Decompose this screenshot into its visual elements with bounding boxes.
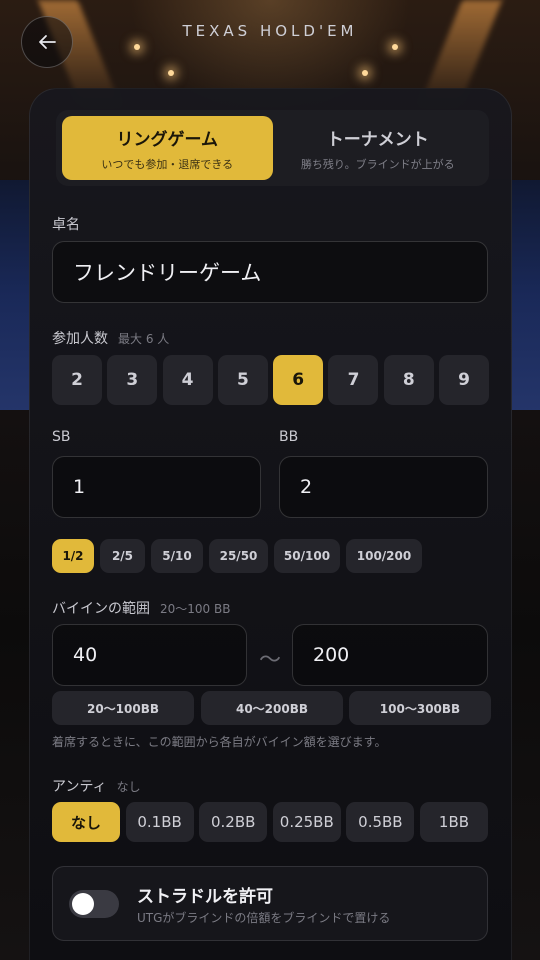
players-label: 参加人数 最大 6 人	[52, 331, 170, 347]
blind-preset-chip[interactable]: 5/10	[151, 539, 203, 573]
player-count-selector: 2 3 4 5 6 7 8 9	[52, 355, 490, 405]
player-count-option[interactable]: 3	[107, 355, 158, 405]
table-name-label: 卓名	[52, 217, 80, 233]
player-count-option[interactable]: 2	[52, 355, 102, 405]
buyin-range-hint: 20〜100 BB	[160, 602, 231, 616]
ante-option[interactable]: 0.25BB	[272, 802, 341, 842]
straddle-setting: ストラドルを許可 UTGがブラインドの倍額をブラインドで置ける	[52, 866, 488, 941]
ante-current-hint: なし	[116, 780, 141, 794]
ante-option-selected[interactable]: なし	[52, 802, 120, 842]
bb-input[interactable]: 2	[279, 456, 488, 518]
blind-preset-chip[interactable]: 2/5	[100, 539, 145, 573]
buyin-label: バイインの範囲 20〜100 BB	[52, 601, 231, 617]
blind-preset-chip[interactable]: 25/50	[209, 539, 268, 573]
straddle-desc: UTGがブラインドの倍額をブラインドで置ける	[137, 911, 391, 925]
sb-label: SB	[52, 429, 71, 445]
buyin-presets: 20〜100BB 40〜200BB 100〜300BB	[52, 691, 491, 725]
tab-ring-game-label: リングゲーム	[116, 129, 219, 150]
buyin-max-input[interactable]: 200	[292, 624, 488, 686]
player-count-option[interactable]: 5	[217, 355, 268, 405]
ante-option[interactable]: 0.1BB	[125, 802, 194, 842]
tab-tournament-label: トーナメント	[326, 129, 429, 150]
player-count-option[interactable]: 4	[162, 355, 213, 405]
buyin-preset-chip[interactable]: 20〜100BB	[52, 691, 194, 725]
buyin-range-separator: 〜	[259, 648, 282, 673]
tab-ring-game-desc: いつでも参加・退席できる	[101, 157, 234, 171]
ante-option[interactable]: 0.5BB	[346, 802, 415, 842]
blind-preset-chip[interactable]: 50/100	[274, 539, 340, 573]
player-count-option-selected[interactable]: 6	[273, 355, 324, 405]
straddle-title: ストラドルを許可	[137, 887, 273, 907]
sb-input[interactable]: 1	[52, 456, 261, 518]
player-count-option[interactable]: 7	[328, 355, 379, 405]
bb-label: BB	[279, 429, 299, 445]
page-title: TEXAS HOLD'EM	[182, 22, 358, 40]
toggle-knob	[72, 893, 94, 915]
player-count-option[interactable]: 8	[383, 355, 434, 405]
buyin-note: 着席するときに、この範囲から各自がバイイン額を選びます。	[52, 735, 387, 749]
ante-option[interactable]: 1BB	[419, 802, 488, 842]
player-count-option[interactable]: 9	[439, 355, 490, 405]
tab-tournament-desc: 勝ち残り。ブラインドが上がる	[300, 157, 455, 171]
game-mode-switch: リングゲーム いつでも参加・退席できる トーナメント 勝ち残り。ブラインドが上が…	[56, 110, 489, 186]
tab-tournament[interactable]: トーナメント 勝ち残り。ブラインドが上がる	[273, 116, 484, 180]
ante-selector: なし 0.1BB 0.2BB 0.25BB 0.5BB 1BB	[52, 802, 488, 842]
buyin-min-input[interactable]: 40	[52, 624, 247, 686]
blind-preset-chip-selected[interactable]: 1/2	[52, 539, 94, 573]
buyin-preset-chip[interactable]: 100〜300BB	[349, 691, 491, 725]
blind-presets: 1/2 2/5 5/10 25/50 50/100 100/200	[52, 539, 428, 573]
tab-ring-game[interactable]: リングゲーム いつでも参加・退席できる	[62, 116, 273, 180]
ante-option[interactable]: 0.2BB	[199, 802, 268, 842]
blind-preset-chip[interactable]: 100/200	[346, 539, 422, 573]
ante-label: アンティ なし	[52, 779, 141, 795]
straddle-toggle[interactable]	[69, 890, 119, 918]
buyin-preset-chip[interactable]: 40〜200BB	[201, 691, 343, 725]
table-name-input[interactable]: フレンドリーゲーム	[52, 241, 488, 303]
players-max-hint: 最大 6 人	[118, 332, 170, 346]
